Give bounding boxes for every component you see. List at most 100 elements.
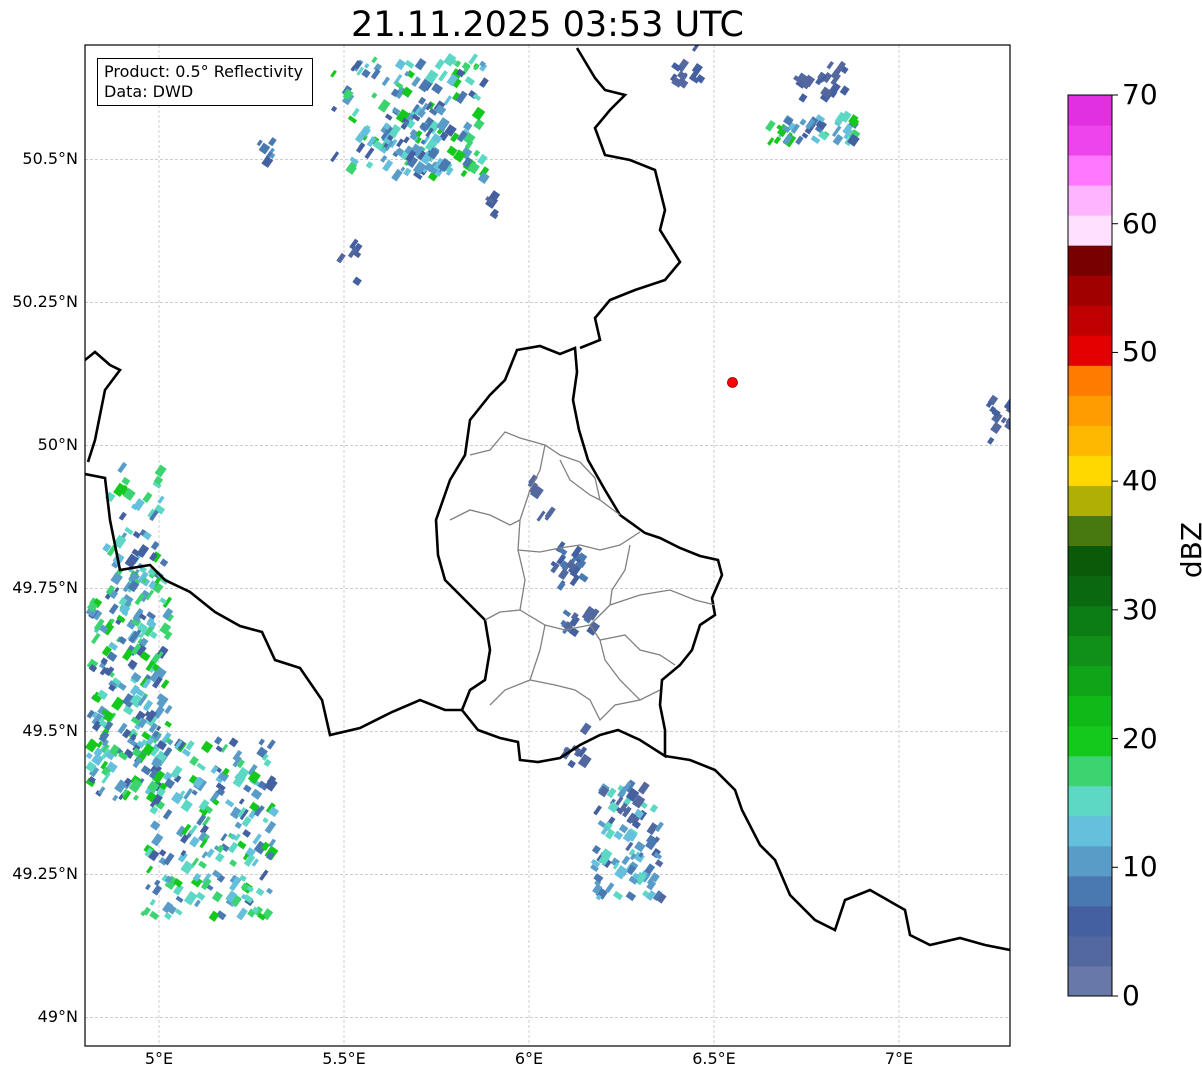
radar-pixel bbox=[145, 865, 154, 874]
radar-pixel bbox=[625, 891, 637, 902]
radar-pixel bbox=[637, 781, 650, 795]
info-box: Product: 0.5° Reflectivity Data: DWD bbox=[97, 58, 313, 106]
radar-pixel bbox=[122, 705, 134, 716]
colorbar-swatch bbox=[1068, 275, 1112, 306]
district-line bbox=[449, 509, 521, 526]
lon-label: 6°E bbox=[514, 1049, 544, 1068]
france-germany-border bbox=[664, 754, 1010, 952]
lon-label: 5.5°E bbox=[322, 1049, 366, 1068]
district-line bbox=[529, 679, 661, 722]
radar-pixel bbox=[121, 476, 131, 486]
radar-pixel bbox=[140, 765, 152, 776]
colorbar-tick-label: 50 bbox=[1122, 335, 1158, 369]
radar-pixel bbox=[536, 510, 546, 522]
radar-pixel bbox=[238, 798, 245, 805]
radar-pixel bbox=[351, 107, 360, 118]
colorbar-swatch bbox=[1068, 605, 1112, 637]
radar-pixel bbox=[158, 849, 167, 857]
site-marker bbox=[727, 377, 738, 388]
colorbar-tick-label: 20 bbox=[1122, 721, 1158, 755]
radar-pixel bbox=[110, 572, 123, 585]
radar-pixel bbox=[189, 836, 200, 848]
radar-pixel bbox=[591, 845, 601, 855]
radar-pixel bbox=[831, 125, 842, 138]
colorbar-swatch bbox=[1068, 845, 1112, 877]
radar-pixel bbox=[471, 106, 486, 121]
district-line bbox=[559, 459, 601, 501]
country-borders bbox=[85, 47, 1010, 952]
radar-pixel bbox=[434, 58, 445, 70]
colorbar-swatch bbox=[1068, 215, 1112, 246]
colorbar-swatch bbox=[1068, 905, 1112, 937]
colorbar-swatch bbox=[1068, 305, 1112, 336]
radar-pixel bbox=[654, 859, 664, 868]
colorbar-swatch bbox=[1068, 965, 1112, 997]
radar-pixel bbox=[391, 168, 403, 182]
graticule bbox=[85, 45, 1010, 1046]
radar-pixel bbox=[266, 887, 273, 895]
radar-pixel bbox=[211, 891, 223, 903]
radar-pixel bbox=[798, 93, 808, 103]
lat-label: 50.25°N bbox=[12, 292, 78, 312]
colorbar-swatch bbox=[1068, 485, 1112, 516]
colorbar-swatch bbox=[1068, 185, 1112, 216]
map-canvas bbox=[84, 44, 1118, 1047]
colorbar-swatch bbox=[1068, 155, 1112, 186]
product-label: Product: 0.5° Reflectivity bbox=[104, 62, 304, 81]
radar-pixel bbox=[236, 907, 248, 921]
district-line bbox=[589, 624, 676, 666]
radar-pixel bbox=[330, 151, 340, 163]
radar-pixel bbox=[473, 149, 481, 157]
radar-pixel bbox=[234, 821, 243, 830]
radar-pixel bbox=[183, 788, 193, 800]
radar-pixel bbox=[194, 899, 201, 908]
radar-pixel bbox=[618, 824, 629, 834]
district-line bbox=[469, 431, 621, 516]
radar-pixel bbox=[468, 53, 479, 65]
lat-label: 49.5°N bbox=[22, 721, 78, 741]
radar-pixel bbox=[142, 491, 153, 503]
radar-pixel bbox=[364, 147, 375, 160]
district-line bbox=[599, 639, 641, 701]
colorbar-swatch bbox=[1068, 365, 1112, 396]
radar-pixel bbox=[562, 609, 572, 618]
lon-label: 6.5°E bbox=[692, 1049, 736, 1068]
radar-pixel bbox=[85, 752, 93, 760]
district-line bbox=[489, 624, 546, 706]
radar-pixel bbox=[605, 882, 615, 893]
radar-pixel bbox=[198, 860, 207, 869]
radar-pixel bbox=[149, 910, 160, 921]
radar-pixel bbox=[118, 511, 127, 521]
radar-pixel bbox=[987, 436, 995, 445]
radar-pixel bbox=[220, 833, 228, 842]
radar-pixel bbox=[330, 69, 337, 78]
radar-pixel bbox=[826, 60, 834, 70]
radar-pixel bbox=[243, 784, 252, 793]
radar-echoes bbox=[85, 45, 1010, 922]
radar-pixel bbox=[839, 85, 850, 96]
radar-pixel bbox=[579, 722, 592, 736]
radar-pixel bbox=[250, 788, 263, 800]
radar-pixel bbox=[414, 57, 427, 71]
radar-pixel bbox=[152, 884, 163, 896]
colorbar-swatch bbox=[1068, 725, 1112, 757]
colorbar-swatch bbox=[1068, 125, 1112, 156]
radar-pixel bbox=[799, 118, 807, 126]
colorbar bbox=[1067, 94, 1118, 997]
colorbar-title: dBZ bbox=[1175, 521, 1202, 579]
radar-pixel bbox=[150, 540, 160, 551]
district-line bbox=[609, 544, 631, 606]
radar-pixel bbox=[460, 169, 468, 178]
colorbar-swatch bbox=[1068, 245, 1112, 276]
radar-pixel bbox=[767, 137, 775, 146]
radar-pixel bbox=[773, 136, 782, 145]
colorbar-swatch bbox=[1068, 395, 1112, 426]
radar-pixel bbox=[127, 659, 138, 670]
lon-label: 7°E bbox=[884, 1049, 914, 1068]
radar-pixel bbox=[256, 139, 263, 147]
radar-pixel bbox=[464, 76, 476, 86]
radar-pixel bbox=[255, 887, 265, 897]
radar-pixel bbox=[336, 252, 346, 264]
radar-pixel bbox=[149, 898, 156, 906]
radar-pixel bbox=[411, 76, 421, 87]
